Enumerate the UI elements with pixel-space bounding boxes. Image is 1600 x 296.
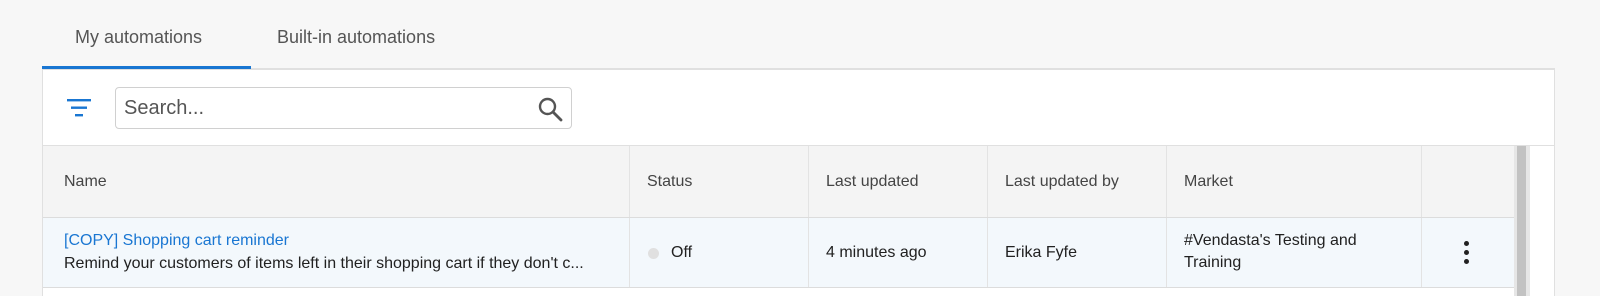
search-icon[interactable] <box>537 96 563 122</box>
column-header-last-updated-by[interactable]: Last updated by <box>988 146 1167 217</box>
active-tab-indicator <box>42 66 251 69</box>
market-text-line2: Training <box>1184 254 1242 271</box>
cell-actions <box>1422 218 1514 287</box>
search-input[interactable] <box>124 94 519 122</box>
column-header-actions <box>1422 146 1514 217</box>
cell-status: Off <box>630 218 809 287</box>
table-row[interactable]: [COPY] Shopping cart reminder Remind you… <box>43 218 1514 288</box>
vertical-scrollbar[interactable] <box>1514 146 1530 296</box>
column-header-label: Name <box>64 173 107 190</box>
tab-bar: My automations Built-in automations <box>42 0 1555 70</box>
scrollbar-thumb[interactable] <box>1517 146 1526 296</box>
toolbar <box>43 70 1554 146</box>
cell-market: #Vendasta's Testing and Training <box>1167 218 1422 287</box>
column-header-label: Last updated <box>826 173 919 190</box>
column-header-label: Last updated by <box>1005 173 1119 190</box>
column-header-status[interactable]: Status <box>630 146 809 217</box>
cell-name: [COPY] Shopping cart reminder Remind you… <box>43 218 630 287</box>
filter-icon[interactable] <box>65 96 93 120</box>
last-updated-by-text: Erika Fyfe <box>1005 244 1078 261</box>
search-box <box>115 87 572 129</box>
status-text: Off <box>671 244 693 261</box>
column-header-market[interactable]: Market <box>1167 146 1422 217</box>
last-updated-text: 4 minutes ago <box>826 244 927 261</box>
automations-panel: Name Status Last updated Last updated by… <box>42 70 1555 296</box>
tab-built-in-automations[interactable]: Built-in automations <box>277 24 435 70</box>
more-vert-icon[interactable] <box>1464 241 1470 265</box>
automation-description: Remind your customers of items left in t… <box>64 255 584 272</box>
table-header: Name Status Last updated Last updated by… <box>43 146 1514 218</box>
column-header-name[interactable]: Name <box>43 146 630 217</box>
cell-last-updated-by: Erika Fyfe <box>988 218 1167 287</box>
status-dot-icon <box>648 248 659 259</box>
market-text-line1: #Vendasta's Testing and <box>1184 232 1357 249</box>
automation-name-link[interactable]: [COPY] Shopping cart reminder <box>64 232 289 250</box>
tab-my-automations[interactable]: My automations <box>75 24 202 70</box>
cell-last-updated: 4 minutes ago <box>809 218 988 287</box>
automations-table: Name Status Last updated Last updated by… <box>43 146 1554 296</box>
column-header-last-updated[interactable]: Last updated <box>809 146 988 217</box>
column-header-label: Status <box>647 173 693 190</box>
column-header-label: Market <box>1184 173 1233 190</box>
